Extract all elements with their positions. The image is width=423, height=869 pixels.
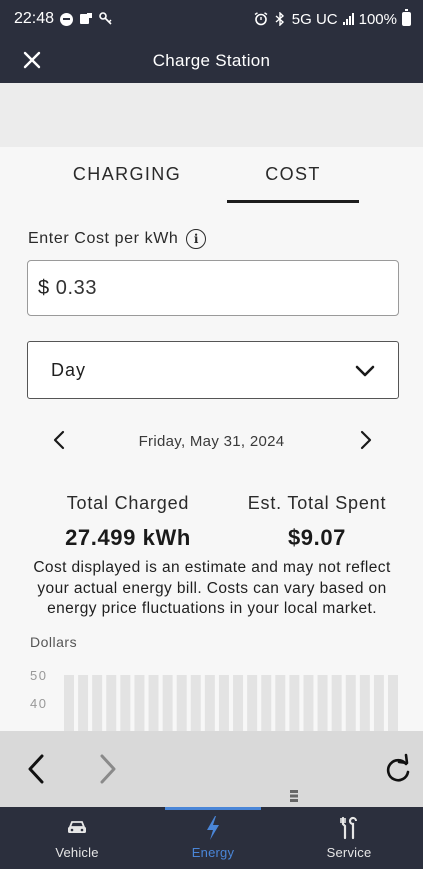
page-title: Charge Station — [152, 50, 271, 70]
nav-vehicle[interactable]: Vehicle — [27, 807, 127, 869]
period-dropdown[interactable]: Day — [27, 341, 399, 399]
info-icon[interactable]: i — [186, 229, 207, 249]
browser-back-button[interactable] — [22, 751, 52, 787]
y-tick-50: 50 — [30, 668, 48, 683]
cost-per-kwh-label: Enter Cost per kWh i — [28, 229, 207, 249]
nav-energy-label: Energy — [191, 845, 235, 860]
car-icon — [66, 816, 88, 840]
active-tab-indicator — [227, 200, 359, 203]
chart-bar — [359, 675, 370, 731]
status-time: 22:48 — [14, 10, 55, 27]
browser-toolbar — [0, 731, 423, 807]
chart-bar — [247, 675, 258, 731]
cost-label-text: Enter Cost per kWh — [28, 230, 179, 247]
chart-y-unit: Dollars — [30, 634, 78, 650]
chart-bar — [162, 675, 173, 731]
chart-bar — [261, 675, 272, 731]
chevron-down-icon — [355, 365, 375, 377]
chart-bar — [92, 675, 103, 731]
cost-value: 0.33 — [55, 276, 98, 299]
tab-charging[interactable]: CHARGING — [60, 164, 194, 185]
chart-bar — [204, 675, 215, 731]
alarm-icon — [254, 12, 268, 26]
chart-bar — [331, 675, 342, 731]
total-charged-value: 27.499 kWh — [65, 525, 191, 550]
cost-chart: Dollars 50 40 — [0, 630, 423, 731]
battery-percent: 100% — [358, 10, 397, 28]
reload-icon — [386, 753, 410, 782]
tab-bar: CHARGING COST — [0, 150, 423, 206]
chart-bar — [148, 675, 159, 731]
tab-cost[interactable]: COST — [227, 164, 359, 185]
date-navigator: Friday, May 31, 2024 — [0, 425, 423, 457]
app-header: Charge Station — [0, 38, 423, 83]
chart-bar — [78, 675, 89, 731]
chart-bar — [303, 675, 314, 731]
chart-bar — [388, 675, 398, 731]
chart-bar — [289, 675, 300, 731]
total-spent-value: $9.07 — [287, 525, 347, 550]
total-spent-label: Est. Total Spent — [247, 493, 387, 513]
chevron-right-icon — [360, 430, 372, 450]
chart-bar — [275, 675, 286, 731]
period-selected: Day — [51, 359, 87, 380]
chart-bar — [176, 675, 187, 731]
total-charged-label: Total Charged — [66, 493, 190, 513]
signal-icon — [342, 13, 354, 25]
status-left: 22:48 — [14, 10, 113, 28]
chart-bar — [64, 675, 74, 731]
chart-bars — [64, 675, 398, 731]
next-date-button[interactable] — [354, 427, 378, 453]
y-tick-40: 40 — [30, 696, 48, 711]
do-not-disturb-icon — [60, 12, 74, 26]
key-icon — [99, 12, 113, 26]
drag-handle-icon[interactable] — [288, 789, 300, 803]
nav-energy[interactable]: Energy — [163, 807, 263, 869]
chart-bar — [190, 675, 201, 731]
arrow-right-icon — [100, 754, 116, 784]
screen: 22:48 5G UC 100% Charge Station CHARGING… — [0, 0, 423, 869]
chart-bar — [218, 675, 229, 731]
cost-per-kwh-input[interactable]: $ 0.33 — [27, 260, 399, 316]
chart-bar — [106, 675, 117, 731]
chart-bar — [345, 675, 356, 731]
nav-vehicle-label: Vehicle — [55, 845, 99, 860]
arrow-left-icon — [28, 754, 44, 784]
chart-bar — [373, 675, 384, 731]
tools-icon — [339, 816, 359, 840]
close-button[interactable] — [18, 46, 46, 74]
browser-forward-button[interactable] — [92, 751, 122, 787]
network-type: 5G UC — [291, 10, 338, 28]
bluetooth-icon — [273, 12, 287, 26]
close-icon — [23, 51, 41, 69]
chart-bar — [233, 675, 244, 731]
lightning-icon — [205, 816, 221, 840]
battery-icon — [402, 9, 411, 26]
bottom-navigation: Vehicle Energy Service — [0, 807, 423, 869]
chart-bar — [134, 675, 145, 731]
chart-bar — [120, 675, 131, 731]
chart-bar — [317, 675, 328, 731]
status-right: 5G UC 100% — [254, 9, 411, 28]
browser-reload-button[interactable] — [382, 751, 414, 787]
status-bar: 22:48 5G UC 100% — [0, 0, 423, 38]
notification-icon — [79, 12, 93, 26]
nav-service[interactable]: Service — [299, 807, 399, 869]
currency-symbol: $ — [38, 276, 50, 299]
cost-disclaimer: Cost displayed is an estimate and may no… — [33, 559, 391, 617]
nav-service-label: Service — [326, 845, 372, 860]
